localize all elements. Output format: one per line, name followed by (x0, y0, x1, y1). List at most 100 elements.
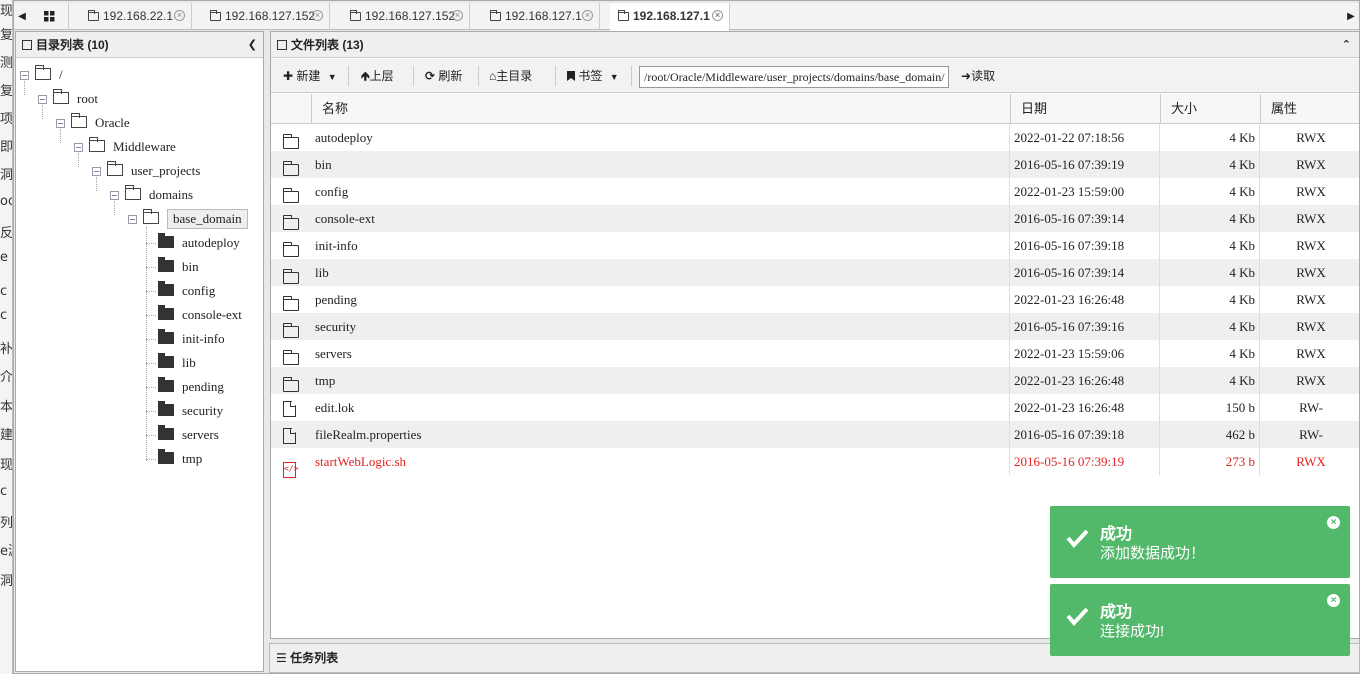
tree-node-label: bin (182, 259, 199, 274)
tree-guide-line (146, 387, 156, 388)
collapse-toggle-icon[interactable]: − (110, 191, 119, 200)
file-row[interactable]: pending 2022-01-23 16:26:48 4 Kb RWX (271, 286, 1359, 313)
tree-node[interactable]: config (158, 279, 215, 303)
tab-host[interactable]: 192.168.127.152 × (342, 3, 470, 30)
home-dir-button[interactable]: ⌂主目录 (487, 65, 534, 87)
tree-node-label: servers (182, 427, 219, 442)
file-name: security (315, 319, 357, 334)
collapse-toggle-icon[interactable]: − (38, 95, 47, 104)
tree-node[interactable]: lib (158, 351, 196, 375)
col-attr[interactable]: 属性 (1260, 94, 1360, 124)
tree-node[interactable]: autodeploy (158, 231, 240, 255)
tab-host[interactable]: 192.168.22.1 × (80, 3, 192, 30)
tree-node-label: domains (149, 187, 194, 202)
file-row[interactable]: bin 2016-05-16 07:39:19 4 Kb RWX (271, 151, 1359, 178)
code-file-icon: </> (283, 462, 298, 478)
background-text: 建 (0, 428, 13, 443)
tree-node[interactable]: tmp (158, 447, 202, 471)
file-row[interactable]: edit.lok 2022-01-23 16:26:48 150 b RW- (271, 394, 1359, 421)
file-row[interactable]: </> startWebLogic.sh 2016-05-16 07:39:19 27… (271, 448, 1359, 478)
refresh-button[interactable]: ⟳ 刷新 (423, 65, 464, 87)
file-size: 462 b (1225, 427, 1255, 442)
chevron-up-icon[interactable]: ⌃ (1342, 32, 1351, 58)
col-name[interactable]: 名称 (311, 94, 1010, 124)
file-row[interactable]: autodeploy 2022-01-22 07:18:56 4 Kb RWX (271, 124, 1359, 151)
file-row[interactable]: lib 2016-05-16 07:39:14 4 Kb RWX (271, 259, 1359, 286)
folder-icon (282, 296, 299, 311)
read-button[interactable]: ➜读取 (959, 65, 997, 87)
bookmark-button[interactable]: 书签 ▼ (565, 65, 621, 87)
tree-node[interactable]: security (158, 399, 223, 423)
collapse-toggle-icon[interactable]: − (74, 143, 83, 152)
close-icon[interactable]: × (174, 10, 185, 21)
file-size: 4 Kb (1229, 265, 1255, 280)
tree-guide-line (146, 291, 156, 292)
folder-icon (490, 10, 501, 21)
tree-node[interactable]: − / (20, 63, 63, 87)
new-button[interactable]: ✚ 新建 ▼ (281, 65, 339, 87)
tree-node[interactable]: servers (158, 423, 219, 447)
collapse-toggle-icon[interactable]: − (20, 71, 29, 80)
tree-node[interactable]: − user_projects (92, 159, 200, 183)
tree-guide-line (96, 177, 97, 191)
tab-label: 192.168.127.152 (225, 9, 316, 23)
col-size[interactable]: 大小 (1160, 94, 1260, 124)
file-row[interactable]: init-info 2016-05-16 07:39:18 4 Kb RWX (271, 232, 1359, 259)
close-icon[interactable]: × (1327, 594, 1340, 607)
up-button[interactable]: 🡹上层 (359, 65, 396, 87)
tree-node[interactable]: pending (158, 375, 224, 399)
close-icon[interactable]: × (452, 10, 463, 21)
file-date: 2022-01-23 16:26:48 (1014, 400, 1125, 415)
tree-guide-line (146, 411, 156, 412)
file-icon (283, 428, 296, 444)
tree-node[interactable]: console-ext (158, 303, 242, 327)
collapse-toggle-icon[interactable]: − (56, 119, 65, 128)
close-icon[interactable]: × (312, 10, 323, 21)
folder-icon (282, 161, 299, 176)
path-input[interactable]: /root/Oracle/Middleware/user_projects/do… (639, 66, 949, 88)
file-date: 2016-05-16 07:39:16 (1014, 319, 1125, 334)
background-text: c (0, 484, 8, 499)
toast-message: 添加数据成功！ (1100, 545, 1206, 562)
file-name: autodeploy (315, 130, 373, 145)
file-date: 2016-05-16 07:39:19 (1014, 454, 1125, 469)
close-icon[interactable]: × (712, 10, 723, 21)
background-text: 即 (0, 140, 13, 155)
collapse-toggle-icon[interactable]: − (128, 215, 137, 224)
tree-node[interactable]: − domains (110, 183, 193, 207)
background-text: 介 (0, 370, 13, 385)
folder-icon (282, 215, 299, 230)
tree-guide-line (146, 267, 156, 268)
file-row[interactable]: console-ext 2016-05-16 07:39:14 4 Kb RWX (271, 205, 1359, 232)
collapse-toggle-icon[interactable]: − (92, 167, 101, 176)
collapse-left-icon[interactable]: ❮ (248, 32, 257, 58)
tree-node[interactable]: − root (38, 87, 98, 111)
file-row[interactable]: servers 2022-01-23 15:59:06 4 Kb RWX (271, 340, 1359, 367)
file-row[interactable]: fileRealm.properties 2016-05-16 07:39:18 4… (271, 421, 1359, 448)
tree-node[interactable]: init-info (158, 327, 225, 351)
close-icon[interactable]: × (1327, 516, 1340, 529)
close-icon[interactable]: × (582, 10, 593, 21)
tab-host[interactable]: 192.168.127.152 × (202, 3, 330, 30)
file-row[interactable]: tmp 2022-01-23 16:26:48 4 Kb RWX (271, 367, 1359, 394)
file-date: 2022-01-23 15:59:06 (1014, 346, 1125, 361)
toast-success: 成功 添加数据成功！ × (1050, 506, 1350, 578)
folder-open-icon (35, 65, 51, 80)
tree-node[interactable]: − Oracle (56, 111, 130, 135)
tab-scroll-right-icon[interactable]: ▶ (1343, 3, 1359, 30)
file-row[interactable]: security 2016-05-16 07:39:16 4 Kb RWX (271, 313, 1359, 340)
tree-node[interactable]: bin (158, 255, 199, 279)
tab-host[interactable]: 192.168.127.1 × (482, 3, 600, 30)
tree-guide-line (146, 363, 156, 364)
file-date: 2022-01-23 15:59:00 (1014, 184, 1125, 199)
tree-node[interactable]: − Middleware (74, 135, 176, 159)
checkmark-icon (1066, 529, 1089, 549)
refresh-label: 刷新 (438, 69, 463, 83)
file-row[interactable]: config 2022-01-23 15:59:00 4 Kb RWX (271, 178, 1359, 205)
tab-home[interactable] (30, 3, 69, 30)
col-date[interactable]: 日期 (1010, 94, 1160, 124)
tree-node-label: init-info (182, 331, 225, 346)
file-name: tmp (315, 373, 336, 388)
tab-scroll-left-icon[interactable]: ◀ (14, 3, 30, 30)
tab-host-active[interactable]: 192.168.127.1 × (610, 3, 730, 31)
